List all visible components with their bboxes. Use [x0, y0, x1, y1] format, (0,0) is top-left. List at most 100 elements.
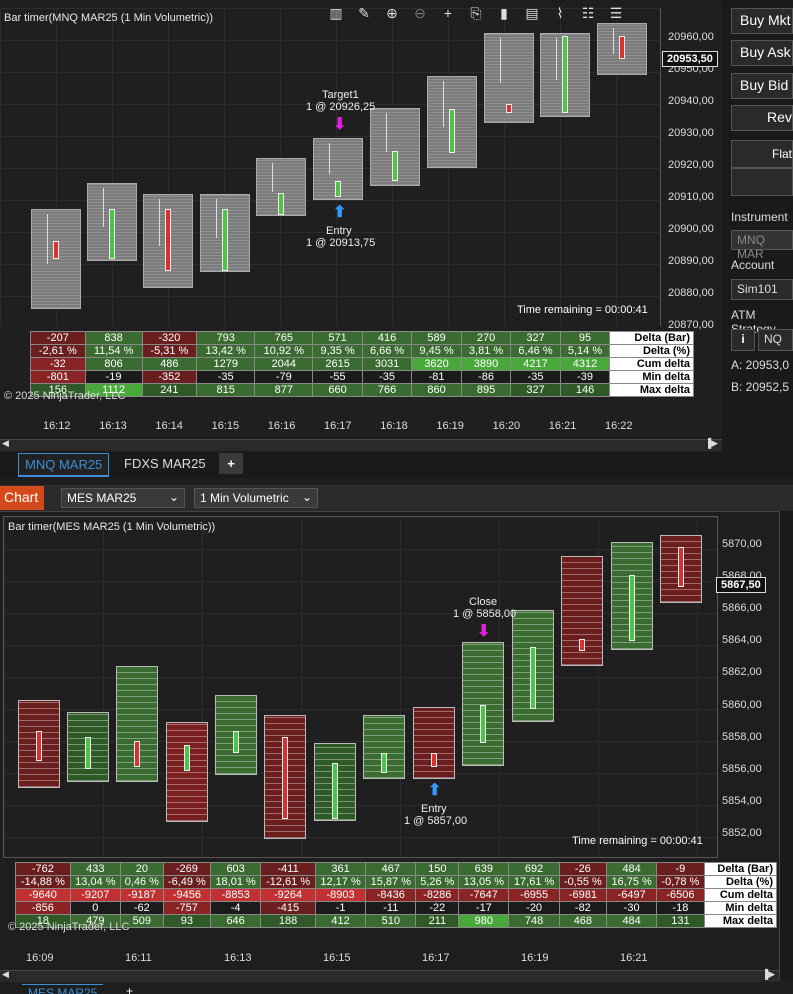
data-box-icon[interactable]: ⎘ — [467, 4, 485, 22]
zoom-in-icon[interactable]: ⊕ — [383, 4, 401, 22]
stat-cell: 13,04 % — [69, 875, 121, 889]
footprint-candle — [116, 666, 158, 782]
candle-body — [165, 209, 171, 271]
candle-wick — [443, 81, 444, 127]
info-icon[interactable]: i — [731, 329, 755, 351]
row-label: Delta (%) — [609, 344, 694, 358]
time-remaining: Time remaining = 00:00:41 — [572, 835, 703, 847]
price-tick-label: 20890,00 — [668, 255, 714, 267]
stat-cell: 327 — [510, 383, 561, 397]
buy-ask-button[interactable]: Buy Ask — [731, 40, 793, 66]
indicators-icon[interactable]: ▤ — [523, 4, 541, 22]
stat-cell: -9 — [656, 862, 705, 876]
stat-cell: -6506 — [656, 888, 705, 902]
row-label: Cum delta — [609, 357, 694, 371]
tab-mes[interactable]: MES MAR25 — [22, 984, 104, 994]
strategies-icon[interactable]: ⌇ — [551, 4, 569, 22]
current-price-tag: 5867,50 — [716, 577, 766, 593]
horizontal-scrollbar[interactable]: ◀ ▐▶ — [0, 438, 722, 451]
stat-cell: -320 — [141, 331, 198, 345]
account-select[interactable]: Sim101 — [731, 279, 793, 300]
stat-cell: 603 — [209, 862, 262, 876]
stat-cell: 468 — [558, 914, 608, 928]
instrument-select[interactable]: MES MAR25 ⌄ — [61, 488, 185, 508]
candle — [200, 194, 250, 272]
pencil-icon[interactable]: ✎ — [355, 4, 373, 22]
candle-body — [381, 753, 387, 773]
candle-body — [449, 109, 455, 153]
time-tick-label: 16:18 — [380, 420, 408, 432]
candle-body — [109, 209, 115, 259]
interval-select[interactable]: 1 Min Volumetric ⌄ — [194, 488, 318, 508]
candle-wick — [159, 199, 160, 246]
candle-body — [678, 547, 684, 587]
stat-cell: -22 — [415, 901, 460, 915]
price-tick-label: 20930,00 — [668, 127, 714, 139]
templates-icon[interactable]: ☷ — [579, 4, 597, 22]
crosshair-icon[interactable]: + — [439, 4, 457, 22]
stat-cell: -35 — [510, 370, 561, 384]
scroll-left-icon[interactable]: ◀ — [2, 438, 9, 449]
stat-cell: 327 — [510, 331, 561, 345]
entry-arrow-icon: ⬆ — [333, 204, 347, 221]
stat-cell: -62 — [119, 901, 164, 915]
scroll-left-icon[interactable]: ◀ — [2, 969, 9, 980]
stat-cell: -11 — [365, 901, 417, 915]
stat-cell: 0,46 % — [119, 875, 164, 889]
stat-cell: -0,78 % — [656, 875, 705, 889]
table-row: -14,88 % 13,04 % 0,46 % -6,49 % 18,01 % -12,6… — [15, 875, 778, 889]
candle-wick — [103, 188, 104, 227]
add-tab-button[interactable]: + — [219, 453, 243, 474]
chevron-down-icon: ⌄ — [168, 490, 179, 504]
horizontal-scrollbar[interactable]: ◀ ▐▶ — [0, 969, 779, 982]
tab-fdxs[interactable]: FDXS MAR25 — [118, 453, 212, 474]
add-tab-button[interactable]: + — [120, 984, 139, 994]
order-panel-icon[interactable]: ▮ — [495, 4, 513, 22]
flatten-button-lower[interactable] — [731, 168, 793, 196]
candle-wick — [613, 28, 614, 54]
stat-cell: -32 — [30, 357, 86, 371]
bar-type-icon[interactable]: ▥ — [327, 4, 345, 22]
stat-cell: 793 — [196, 331, 256, 345]
chart-button[interactable]: Chart — [0, 486, 44, 510]
zoom-out-icon[interactable]: ⊖ — [411, 4, 429, 22]
candle-body — [392, 151, 398, 181]
stat-cell: -1 — [314, 901, 367, 915]
close-label: Close — [469, 596, 498, 608]
atm-strategy-select[interactable]: NQ — [758, 329, 793, 351]
stat-cell: 484 — [605, 862, 658, 876]
stat-cell: 95 — [559, 331, 611, 345]
candle-body — [480, 705, 486, 743]
time-tick-label: 16:22 — [605, 420, 633, 432]
stat-cell: 484 — [605, 914, 658, 928]
stat-cell: 860 — [411, 383, 462, 397]
stat-cell: 188 — [260, 914, 316, 928]
stat-cell: 895 — [460, 383, 512, 397]
stat-cell: 433 — [69, 862, 121, 876]
footprint-candle — [660, 535, 702, 603]
tab-mnq[interactable]: MNQ MAR25 — [18, 453, 110, 477]
reverse-button[interactable]: Rev — [731, 105, 793, 131]
entry-label: Entry — [421, 803, 447, 815]
stat-cell: -5,31 % — [141, 344, 198, 358]
scroll-right-icon[interactable]: ▐▶ — [762, 969, 775, 980]
time-tick-label: 16:21 — [620, 952, 648, 964]
scroll-right-icon[interactable]: ▐▶ — [705, 438, 718, 449]
instrument-field[interactable]: MNQ MAR — [731, 230, 793, 261]
stat-cell: 15,87 % — [365, 875, 417, 889]
price-tick-label: 20910,00 — [668, 191, 714, 203]
row-label: Max delta — [609, 383, 694, 397]
account-label: Account — [731, 258, 775, 272]
stat-cell: 0 — [69, 901, 121, 915]
stat-cell: 4312 — [559, 357, 611, 371]
candle-body — [506, 104, 512, 113]
table-row: -801 -19 -352 -35 -79 -55 -35 -81 -86 -35 -39 Min d… — [30, 370, 694, 384]
footprint-candle — [18, 700, 60, 788]
buy-market-button[interactable]: Buy Mkt — [731, 8, 793, 34]
flatten-button[interactable]: Flat — [731, 140, 793, 168]
buy-bid-button[interactable]: Buy Bid — [731, 73, 793, 99]
stat-cell: 6,66 % — [361, 344, 413, 358]
stat-cell: 20 — [119, 862, 164, 876]
properties-icon[interactable]: ☰ — [607, 4, 625, 22]
stat-cell: -415 — [260, 901, 316, 915]
